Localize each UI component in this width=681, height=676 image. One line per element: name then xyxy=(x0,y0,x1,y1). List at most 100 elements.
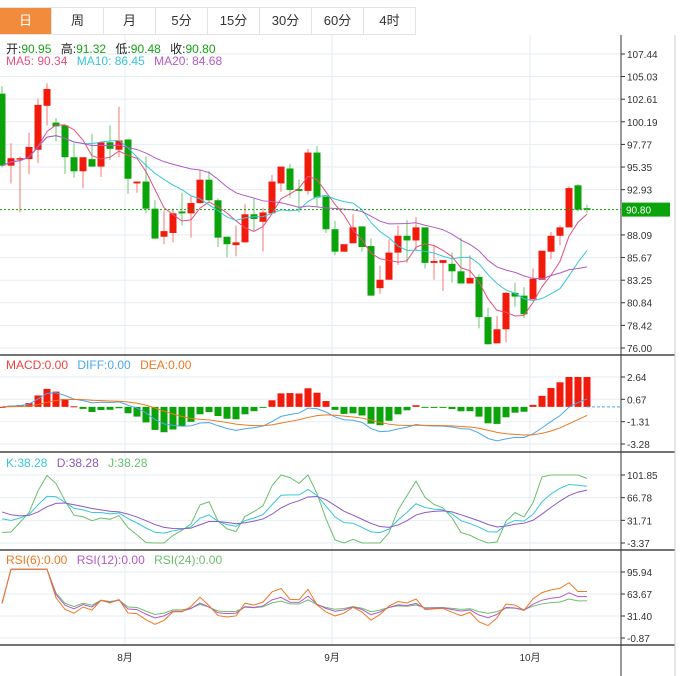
candle-body xyxy=(0,93,6,166)
j-value: J:38.28 xyxy=(108,456,148,470)
macd-bar xyxy=(331,406,339,410)
macd-bar xyxy=(475,406,483,417)
macd-bar xyxy=(196,406,204,415)
candle-body xyxy=(52,122,60,127)
macd-bar xyxy=(124,406,132,414)
candle-body xyxy=(196,179,204,204)
macd-bar xyxy=(115,406,123,409)
macd-bar xyxy=(520,406,528,412)
macd-bar xyxy=(277,393,285,407)
candle-body xyxy=(232,242,240,246)
candle-body xyxy=(556,227,564,236)
macd-bar xyxy=(70,406,78,408)
kdj-tick-label: 101.85 xyxy=(627,471,658,482)
kline-chart-widget: 日 周 月 5分 15分 30分 60分 4时 107.44 105.03 102.… xyxy=(0,0,681,676)
macd-bar xyxy=(88,406,96,413)
kdj-tick-label: -3.37 xyxy=(627,539,650,550)
k-value: K:38.28 xyxy=(6,456,48,470)
macd-bar xyxy=(511,406,519,413)
macd-bar xyxy=(205,406,213,413)
candle-body xyxy=(484,317,492,345)
macd-bar xyxy=(556,382,564,407)
rsi6-value: RSI(6):0.00 xyxy=(6,553,68,567)
candle-body xyxy=(430,261,438,263)
macd-bar xyxy=(394,406,402,415)
candle-body xyxy=(385,252,393,280)
candle-body xyxy=(304,152,312,191)
candle-body xyxy=(160,231,168,237)
price-tick-label: 105.03 xyxy=(627,73,658,84)
candle-body xyxy=(331,229,339,252)
candle-body xyxy=(448,263,456,272)
rsi24-line xyxy=(1,568,587,616)
rsi-legend: RSI(6):0.00 RSI(12):0.00 RSI(24):0.00 xyxy=(6,553,228,567)
candle-body xyxy=(70,157,78,172)
candle-body xyxy=(133,181,141,184)
macd-bar xyxy=(529,404,537,407)
macd-bar xyxy=(97,406,105,411)
macd-bar xyxy=(286,393,294,407)
macd-bar xyxy=(421,406,429,408)
candle-body xyxy=(547,235,555,252)
macd-bar xyxy=(439,406,447,408)
macd-bar xyxy=(358,406,366,416)
diff-value: DIFF:0.00 xyxy=(77,358,131,372)
d-line xyxy=(1,489,588,530)
macd-bar xyxy=(340,406,348,414)
candle-body xyxy=(457,271,465,284)
rsi-tick-label: 95.94 xyxy=(627,568,652,579)
macd-bar xyxy=(493,406,501,424)
macd-bar xyxy=(106,406,114,410)
price-tick-label: 85.67 xyxy=(627,254,652,265)
chart-canvas[interactable]: 107.44 105.03 102.61 100.19 97.77 95.35 92.93 8… xyxy=(0,0,681,676)
candle-body xyxy=(142,181,150,209)
macd-bar xyxy=(232,406,240,420)
d-value: D:38.28 xyxy=(56,456,99,470)
candle-body xyxy=(502,292,510,330)
price-tick-label: 100.19 xyxy=(627,118,658,129)
ma10-value: MA10: 86.45 xyxy=(76,54,145,68)
macd-tick-label: 0.67 xyxy=(627,395,647,406)
macd-bar xyxy=(547,387,555,407)
price-tick-label: 95.35 xyxy=(627,163,652,174)
candle-body xyxy=(466,277,474,284)
candle-body xyxy=(574,185,582,210)
macd-bar xyxy=(313,392,321,407)
macd-bar xyxy=(241,406,249,415)
candle-body xyxy=(340,244,348,252)
candle-body xyxy=(277,166,285,184)
rsi12-value: RSI(12):0.00 xyxy=(76,553,145,567)
candle-body xyxy=(97,142,105,167)
candle-body xyxy=(403,235,411,241)
macd-bar xyxy=(43,388,51,407)
macd-bar xyxy=(223,406,231,419)
price-tick-label: 88.09 xyxy=(627,231,652,242)
rsi-tick-label: -0.87 xyxy=(627,634,650,645)
macd-bar xyxy=(250,406,258,412)
candle-body xyxy=(376,279,384,289)
price-tick-label: 107.44 xyxy=(627,50,658,61)
price-tick-label: 76.00 xyxy=(627,344,652,355)
macd-bar xyxy=(448,406,456,410)
candle-body xyxy=(151,208,159,239)
price-tick-label: 80.84 xyxy=(627,299,652,310)
rsi24-value: RSI(24):0.00 xyxy=(154,553,223,567)
price-tick-label: 78.42 xyxy=(627,321,652,332)
macd-bar xyxy=(268,400,276,407)
macd-bar xyxy=(538,395,546,407)
candle-body xyxy=(79,157,87,172)
price-tick-label: 102.61 xyxy=(627,95,658,106)
current-price-label: 90.80 xyxy=(626,206,651,217)
macd-bar xyxy=(385,406,393,421)
candle-body xyxy=(223,236,231,245)
macd-bar xyxy=(565,377,573,407)
macd-bar xyxy=(484,406,492,424)
candle-body xyxy=(61,125,69,158)
ma20-value: MA20: 84.68 xyxy=(154,54,223,68)
rsi6-line xyxy=(1,568,587,627)
macd-bar xyxy=(457,406,465,412)
macd-bar xyxy=(79,406,87,409)
candle-body xyxy=(439,260,447,263)
macd-value: MACD:0.00 xyxy=(6,358,69,372)
candle-body xyxy=(493,329,501,344)
